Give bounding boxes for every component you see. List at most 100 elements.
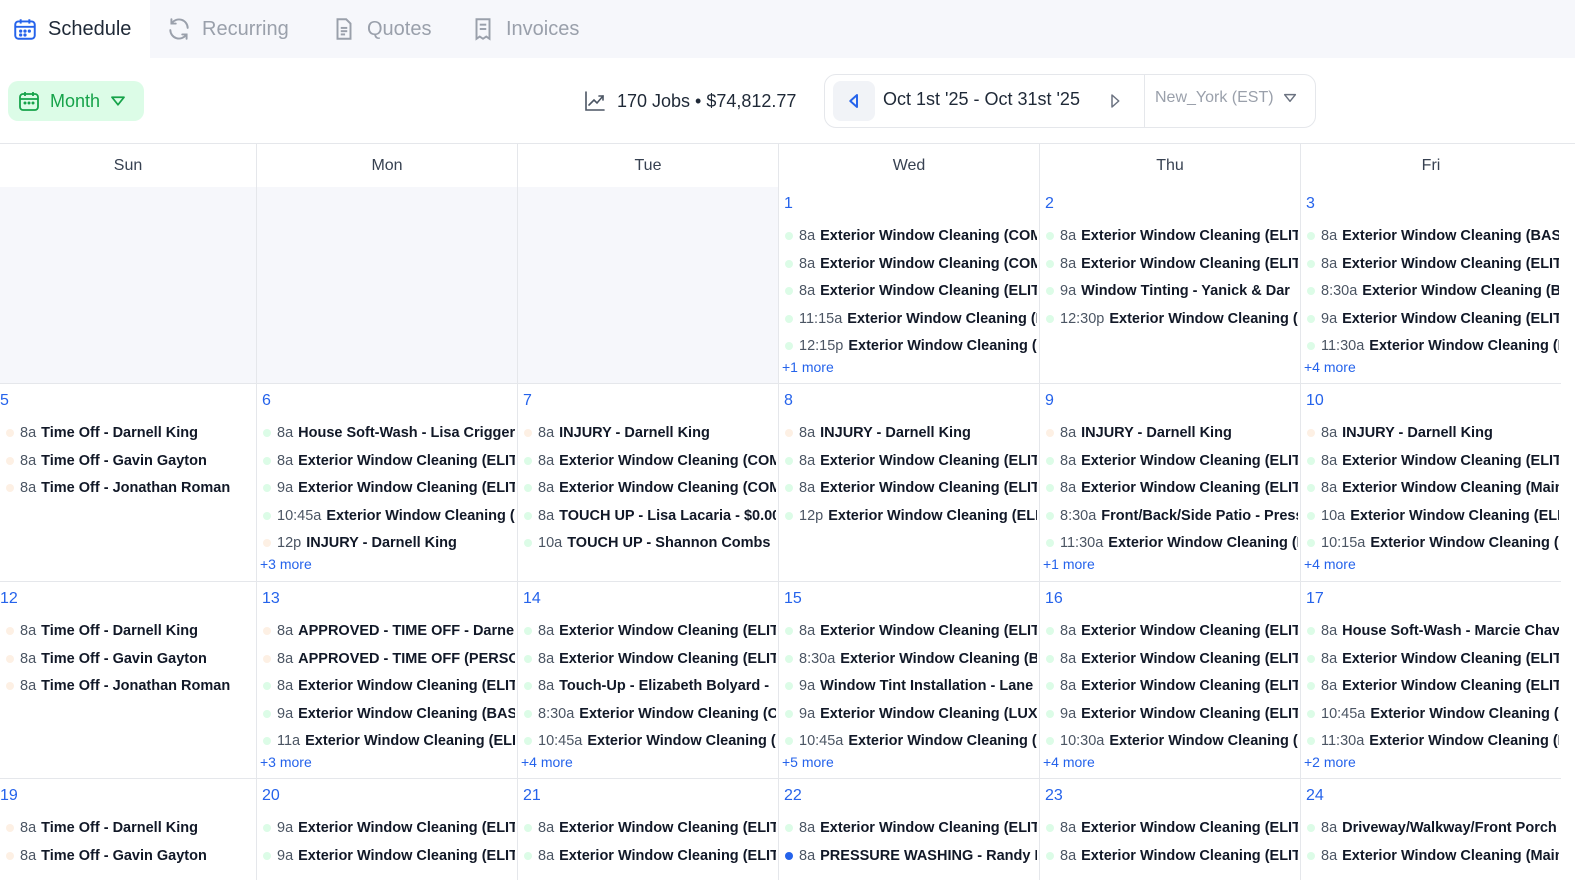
- calendar-day-cell[interactable]: 12 8a Time Off - Darnell King 8a Time Off - …: [0, 582, 256, 779]
- calendar-event[interactable]: 8a Time Off - Darnell King: [6, 422, 254, 444]
- tab-recurring[interactable]: Recurring: [166, 0, 289, 58]
- calendar-event[interactable]: 10:30aExterior Window Cleaning (ELITE): [1046, 730, 1298, 752]
- calendar-event[interactable]: 8a Exterior Window Cleaning (ELITE): [524, 817, 776, 839]
- calendar-day-cell[interactable]: 8 8a INJURY - Darnell King 8a Exterior Windo…: [778, 384, 1039, 582]
- more-events-link[interactable]: +5 more: [782, 754, 834, 770]
- calendar-day-cell[interactable]: 15 8a Exterior Window Cleaning (ELITE) 8:30…: [778, 582, 1039, 779]
- calendar-event[interactable]: 8a Exterior Window Cleaning (ELITE): [1307, 253, 1559, 275]
- calendar-event[interactable]: 11:30aExterior Window Cleaning (ELITE): [1307, 730, 1559, 752]
- calendar-event[interactable]: 8a Exterior Window Cleaning (ELITE): [1046, 648, 1298, 670]
- calendar-event[interactable]: 8a PRESSURE WASHING - Randy F: [785, 845, 1037, 867]
- day-number[interactable]: 5: [0, 392, 9, 410]
- calendar-event[interactable]: 10:45aExterior Window Cleaning (ELITE): [263, 505, 515, 527]
- calendar-day-cell[interactable]: 6 8a House Soft-Wash - Lisa Crigger 8a Exter…: [256, 384, 517, 582]
- calendar-event[interactable]: 12:30pExterior Window Cleaning (ELITE): [1046, 308, 1298, 330]
- calendar-day-cell[interactable]: 23 8a Exterior Window Cleaning (ELITE) 8a Ex…: [1039, 779, 1300, 880]
- day-number[interactable]: 3: [1306, 195, 1315, 213]
- calendar-event[interactable]: 10:15aExterior Window Cleaning (ELITE): [1307, 532, 1559, 554]
- calendar-event[interactable]: 8a Exterior Window Cleaning (ELITE): [524, 845, 776, 867]
- calendar-day-cell[interactable]: 18aExterior Window Cleaning (COMMERCIAL)…: [778, 187, 1039, 384]
- tab-schedule[interactable]: Schedule: [0, 0, 150, 58]
- calendar-event[interactable]: 9a Exterior Window Cleaning (ELITE): [1046, 703, 1298, 725]
- calendar-event[interactable]: 9a Window Tinting - Yanick & Dar: [1046, 280, 1298, 302]
- day-number[interactable]: 9: [1045, 392, 1054, 410]
- calendar-event[interactable]: 9a Exterior Window Cleaning (ELITE): [1307, 308, 1559, 330]
- day-number[interactable]: 12: [0, 590, 18, 608]
- calendar-day-cell[interactable]: 20 9a Exterior Window Cleaning (ELITE) 9a Ex…: [256, 779, 517, 880]
- calendar-event[interactable]: 8a Time Off - Jonathan Roman: [6, 675, 254, 697]
- day-number[interactable]: 1: [784, 195, 793, 213]
- calendar-event[interactable]: 8a Exterior Window Cleaning (Maint): [1307, 845, 1559, 867]
- calendar-event[interactable]: 8:30aExterior Window Cleaning (COMMERCIA…: [524, 703, 776, 725]
- calendar-day-cell[interactable]: 2 8a Exterior Window Cleaning (ELITE) 8a Ext…: [1039, 187, 1300, 384]
- calendar-day-cell[interactable]: [0, 187, 256, 384]
- calendar-event[interactable]: 8a Exterior Window Cleaning (ELITE): [1046, 817, 1298, 839]
- calendar-event[interactable]: 8a INJURY - Darnell King: [1307, 422, 1559, 444]
- calendar-event[interactable]: 8a Exterior Window Cleaning (ELITE): [785, 620, 1037, 642]
- calendar-event[interactable]: 8a Exterior Window Cleaning (ELITE): [1046, 253, 1298, 275]
- calendar-event[interactable]: 8a Exterior Window Cleaning (ELITE): [1046, 225, 1298, 247]
- day-number[interactable]: 24: [1306, 787, 1324, 805]
- calendar-event[interactable]: 9a Exterior Window Cleaning (ELITE): [263, 845, 515, 867]
- calendar-event[interactable]: 8:30aExterior Window Cleaning (BASIC): [1307, 280, 1559, 302]
- calendar-event[interactable]: 8a Touch-Up - Elizabeth Bolyard -: [524, 675, 776, 697]
- calendar-event[interactable]: 8a INJURY - Darnell King: [1046, 422, 1298, 444]
- calendar-event[interactable]: 9a Exterior Window Cleaning (ELITE): [263, 477, 515, 499]
- calendar-event[interactable]: 8a Exterior Window Cleaning (ELITE): [524, 620, 776, 642]
- day-number[interactable]: 22: [784, 787, 802, 805]
- calendar-event[interactable]: 8a APPROVED - TIME OFF - Darnell: [263, 620, 515, 642]
- calendar-event[interactable]: 9a Exterior Window Cleaning (BASIC): [263, 703, 515, 725]
- calendar-event[interactable]: 8a Time Off - Darnell King: [6, 817, 254, 839]
- calendar-event[interactable]: 8a Exterior Window Cleaning (ELITE): [785, 477, 1037, 499]
- view-mode-dropdown[interactable]: Month: [8, 81, 144, 121]
- calendar-event[interactable]: 12:15pExterior Window Cleaning (ELITE): [785, 335, 1037, 357]
- calendar-event[interactable]: 8a INJURY - Darnell King: [524, 422, 776, 444]
- calendar-event[interactable]: 8a Exterior Window Cleaning (ELITE): [1046, 675, 1298, 697]
- calendar-day-cell[interactable]: 9 8a INJURY - Darnell King 8a Exterior Windo…: [1039, 384, 1300, 582]
- calendar-event[interactable]: 8a Exterior Window Cleaning (BASIC): [1307, 225, 1559, 247]
- calendar-event[interactable]: 8a Exterior Window Cleaning (ELITE): [785, 280, 1037, 302]
- calendar-day-cell[interactable]: 19 8a Time Off - Darnell King 8a Time Off - …: [0, 779, 256, 880]
- calendar-event[interactable]: 8a Exterior Window Cleaning (ELITE): [263, 675, 515, 697]
- day-number[interactable]: 13: [262, 590, 280, 608]
- calendar-event[interactable]: 11aExterior Window Cleaning (ELITE): [263, 730, 515, 752]
- calendar-day-cell[interactable]: 17 8a House Soft-Wash - Marcie Chavez 8a Ext…: [1300, 582, 1561, 779]
- calendar-event[interactable]: 8aAPPROVED - TIME OFF (PERSONAL): [263, 648, 515, 670]
- more-events-link[interactable]: +3 more: [260, 754, 312, 770]
- calendar-event[interactable]: 8:30aExterior Window Cleaning (BASIC): [785, 648, 1037, 670]
- calendar-event[interactable]: 8a Exterior Window Cleaning (ELITE): [263, 450, 515, 472]
- calendar-event[interactable]: 11:30aExterior Window Cleaning (ELITE): [1307, 335, 1559, 357]
- calendar-event[interactable]: 8a INJURY - Darnell King: [785, 422, 1037, 444]
- calendar-event[interactable]: 8aExterior Window Cleaning (COMMERCIAL): [524, 450, 776, 472]
- calendar-event[interactable]: 9a Window Tint Installation - Lane: [785, 675, 1037, 697]
- calendar-event[interactable]: 8a Time Off - Darnell King: [6, 620, 254, 642]
- calendar-event[interactable]: 9a Exterior Window Cleaning (ELITE): [263, 817, 515, 839]
- calendar-event[interactable]: 8a Exterior Window Cleaning (Maint): [1307, 477, 1559, 499]
- more-events-link[interactable]: +3 more: [260, 556, 312, 572]
- calendar-event[interactable]: 8a Time Off - Gavin Gayton: [6, 450, 254, 472]
- calendar-day-cell[interactable]: 24 8a Driveway/Walkway/Front Porch 8a Exteri…: [1300, 779, 1561, 880]
- calendar-event[interactable]: 10:45aExterior Window Cleaning (ELITE): [785, 730, 1037, 752]
- day-number[interactable]: 21: [523, 787, 541, 805]
- more-events-link[interactable]: +1 more: [1043, 556, 1095, 572]
- day-number[interactable]: 15: [784, 590, 802, 608]
- calendar-day-cell[interactable]: [517, 187, 778, 384]
- next-month-button[interactable]: [1103, 89, 1127, 113]
- calendar-event[interactable]: 8a Exterior Window Cleaning (ELITE): [785, 817, 1037, 839]
- timezone-select[interactable]: New_York (EST): [1155, 89, 1298, 107]
- day-number[interactable]: 2: [1045, 195, 1054, 213]
- calendar-day-cell[interactable]: 21 8a Exterior Window Cleaning (ELITE) 8a Ex…: [517, 779, 778, 880]
- calendar-event[interactable]: 8a Exterior Window Cleaning (ELITE): [524, 648, 776, 670]
- calendar-day-cell[interactable]: 10 8a INJURY - Darnell King 8a Exterior Wind…: [1300, 384, 1561, 582]
- calendar-event[interactable]: 8a Time Off - Gavin Gayton: [6, 648, 254, 670]
- calendar-event[interactable]: 12p INJURY - Darnell King: [263, 532, 515, 554]
- more-events-link[interactable]: +2 more: [1304, 754, 1356, 770]
- calendar-event[interactable]: 10:45aExterior Window Cleaning (ELITE): [1307, 703, 1559, 725]
- calendar-event[interactable]: 8a Exterior Window Cleaning (ELITE): [1046, 450, 1298, 472]
- calendar-event[interactable]: 8a Driveway/Walkway/Front Porch: [1307, 817, 1559, 839]
- calendar-event[interactable]: 8a Exterior Window Cleaning (ELITE): [1307, 648, 1559, 670]
- tab-quotes[interactable]: Quotes: [331, 0, 431, 58]
- calendar-event[interactable]: 12pExterior Window Cleaning (ELITE): [785, 505, 1037, 527]
- calendar-event[interactable]: 10a TOUCH UP - Shannon Combs: [524, 532, 776, 554]
- calendar-event[interactable]: 10aExterior Window Cleaning (ELITE): [1307, 505, 1559, 527]
